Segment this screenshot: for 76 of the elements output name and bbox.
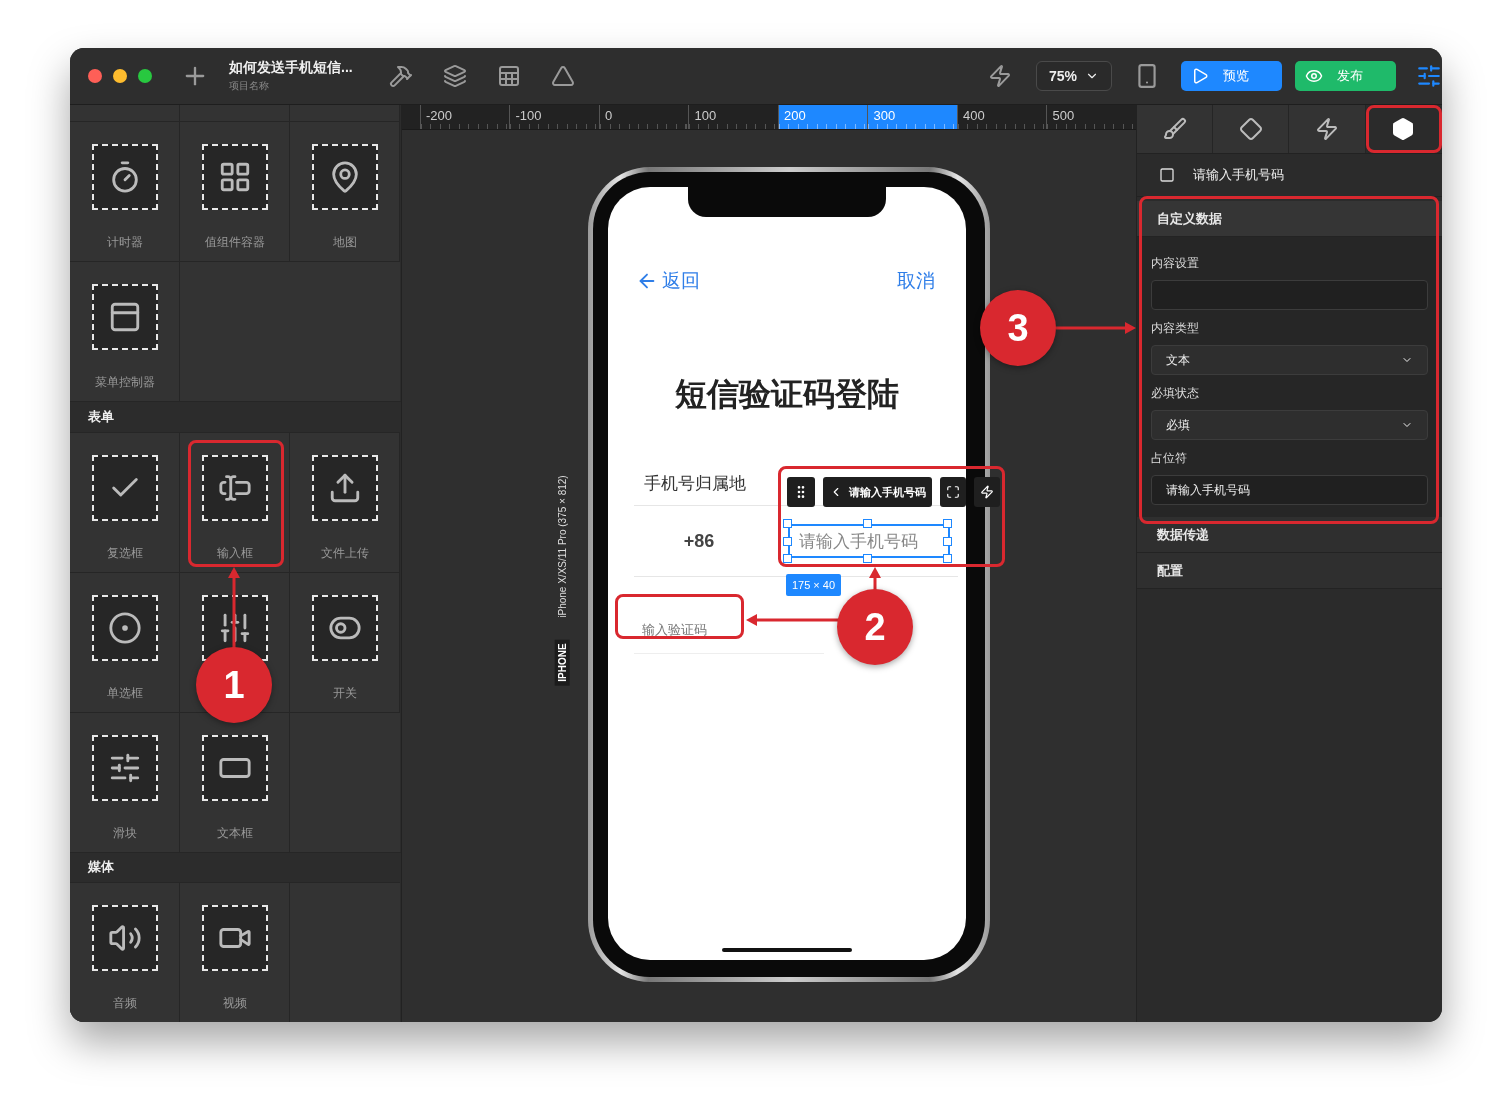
diamond-icon [1238,117,1263,141]
ruler-label: 0 [604,108,613,124]
region-label: 手机号归属地 [643,472,746,495]
bolt-icon[interactable] [988,64,1012,88]
component-tile[interactable] [70,105,180,122]
input-field[interactable]: 请输入手机号码 [1150,475,1428,505]
ruler-label: -200 [425,108,452,124]
ruler-label: 400 [962,108,985,124]
hammer-icon[interactable] [389,64,413,88]
ruler-label: 300 [873,108,896,124]
close-button[interactable] [88,69,102,83]
zoom-select[interactable]: 75% [1036,61,1112,91]
element-name-button[interactable]: 请输入手机号码 [822,477,932,507]
component-tile[interactable]: 菜单控制器 [70,261,180,402]
component-tile[interactable]: 音频 [70,882,180,1022]
field-label: 内容设置 [1150,255,1200,272]
triangle-icon[interactable] [551,64,575,88]
component-tile[interactable]: 复选框 [70,431,180,572]
square-icon [1158,167,1175,183]
section-header[interactable]: 自定义数据 [1136,201,1442,237]
radio-icon [107,610,142,645]
eye-icon [1305,67,1323,85]
ruler-label: 100 [694,108,717,124]
component-tile[interactable]: 文本框 [180,711,290,852]
section-header[interactable]: 配置 [1136,553,1442,589]
country-code: +86 [682,530,716,552]
cancel-link[interactable]: 取消 [896,268,935,294]
section-title: 表单 [88,408,114,427]
preview-button[interactable]: 预览 [1181,61,1282,91]
component-tile[interactable]: 计时器 [70,121,180,262]
input-field[interactable] [1150,280,1428,310]
play-icon [1191,67,1209,85]
layers-icon[interactable] [443,64,467,88]
device-model-label: iPhone X/XS/11 Pro (375 × 812) [556,475,568,618]
brush-icon [1162,117,1187,141]
field-label: 必填状态 [1150,385,1200,402]
ruler-label: 500 [1052,108,1075,124]
field-label: 内容类型 [1150,320,1200,337]
expand-button[interactable] [939,477,966,507]
resize-handle[interactable] [862,554,872,563]
component-tile[interactable]: 单选框 [70,571,180,712]
select-field[interactable]: 文本 [1150,345,1428,375]
project-subtitle: 项目名称 [229,79,270,93]
size-badge: 175 × 40 [785,574,842,596]
drag-handle-button[interactable] [786,477,815,507]
ruler-label: -100 [515,108,542,124]
bolt-icon [979,485,994,499]
action-button[interactable] [973,477,1000,507]
component-tile[interactable]: 视频 [180,882,290,1022]
field-label: 占位符 [1150,450,1188,467]
section-title: 媒体 [88,858,114,877]
back-link[interactable]: 返回 [635,268,700,294]
component-tile[interactable]: 值组件容器 [180,121,290,262]
inspector-tab[interactable] [1136,105,1214,153]
sheet-icon[interactable] [497,64,521,88]
maximize-button[interactable] [138,69,152,83]
resize-handle[interactable] [862,519,872,528]
expand-icon [945,485,960,499]
inspector-tab[interactable] [1289,105,1366,153]
component-tile[interactable]: 文件上传 [290,431,400,572]
sliders-icon[interactable] [1416,63,1442,89]
code-input-field[interactable]: 输入验证码 [641,621,707,639]
device-type-label: IPHONE [554,639,570,686]
layer-name: 请输入手机号码 [1192,166,1284,184]
component-tile[interactable]: 开关 [290,571,400,712]
minimize-button[interactable] [113,69,127,83]
component-tile[interactable]: 输入框 [180,431,290,572]
bolt-icon [1315,117,1340,141]
screen-title: 短信验证码登陆 [673,375,900,414]
component-tile[interactable]: 地图 [290,121,400,262]
inspector-tab[interactable] [1365,105,1442,153]
component-tile[interactable]: 滑块 [70,711,180,852]
ruler-label: 200 [783,108,806,124]
project-title: 如何发送手机短信... [229,59,354,77]
select-field[interactable]: 必填 [1150,410,1428,440]
publish-button[interactable]: 发布 [1295,61,1396,91]
